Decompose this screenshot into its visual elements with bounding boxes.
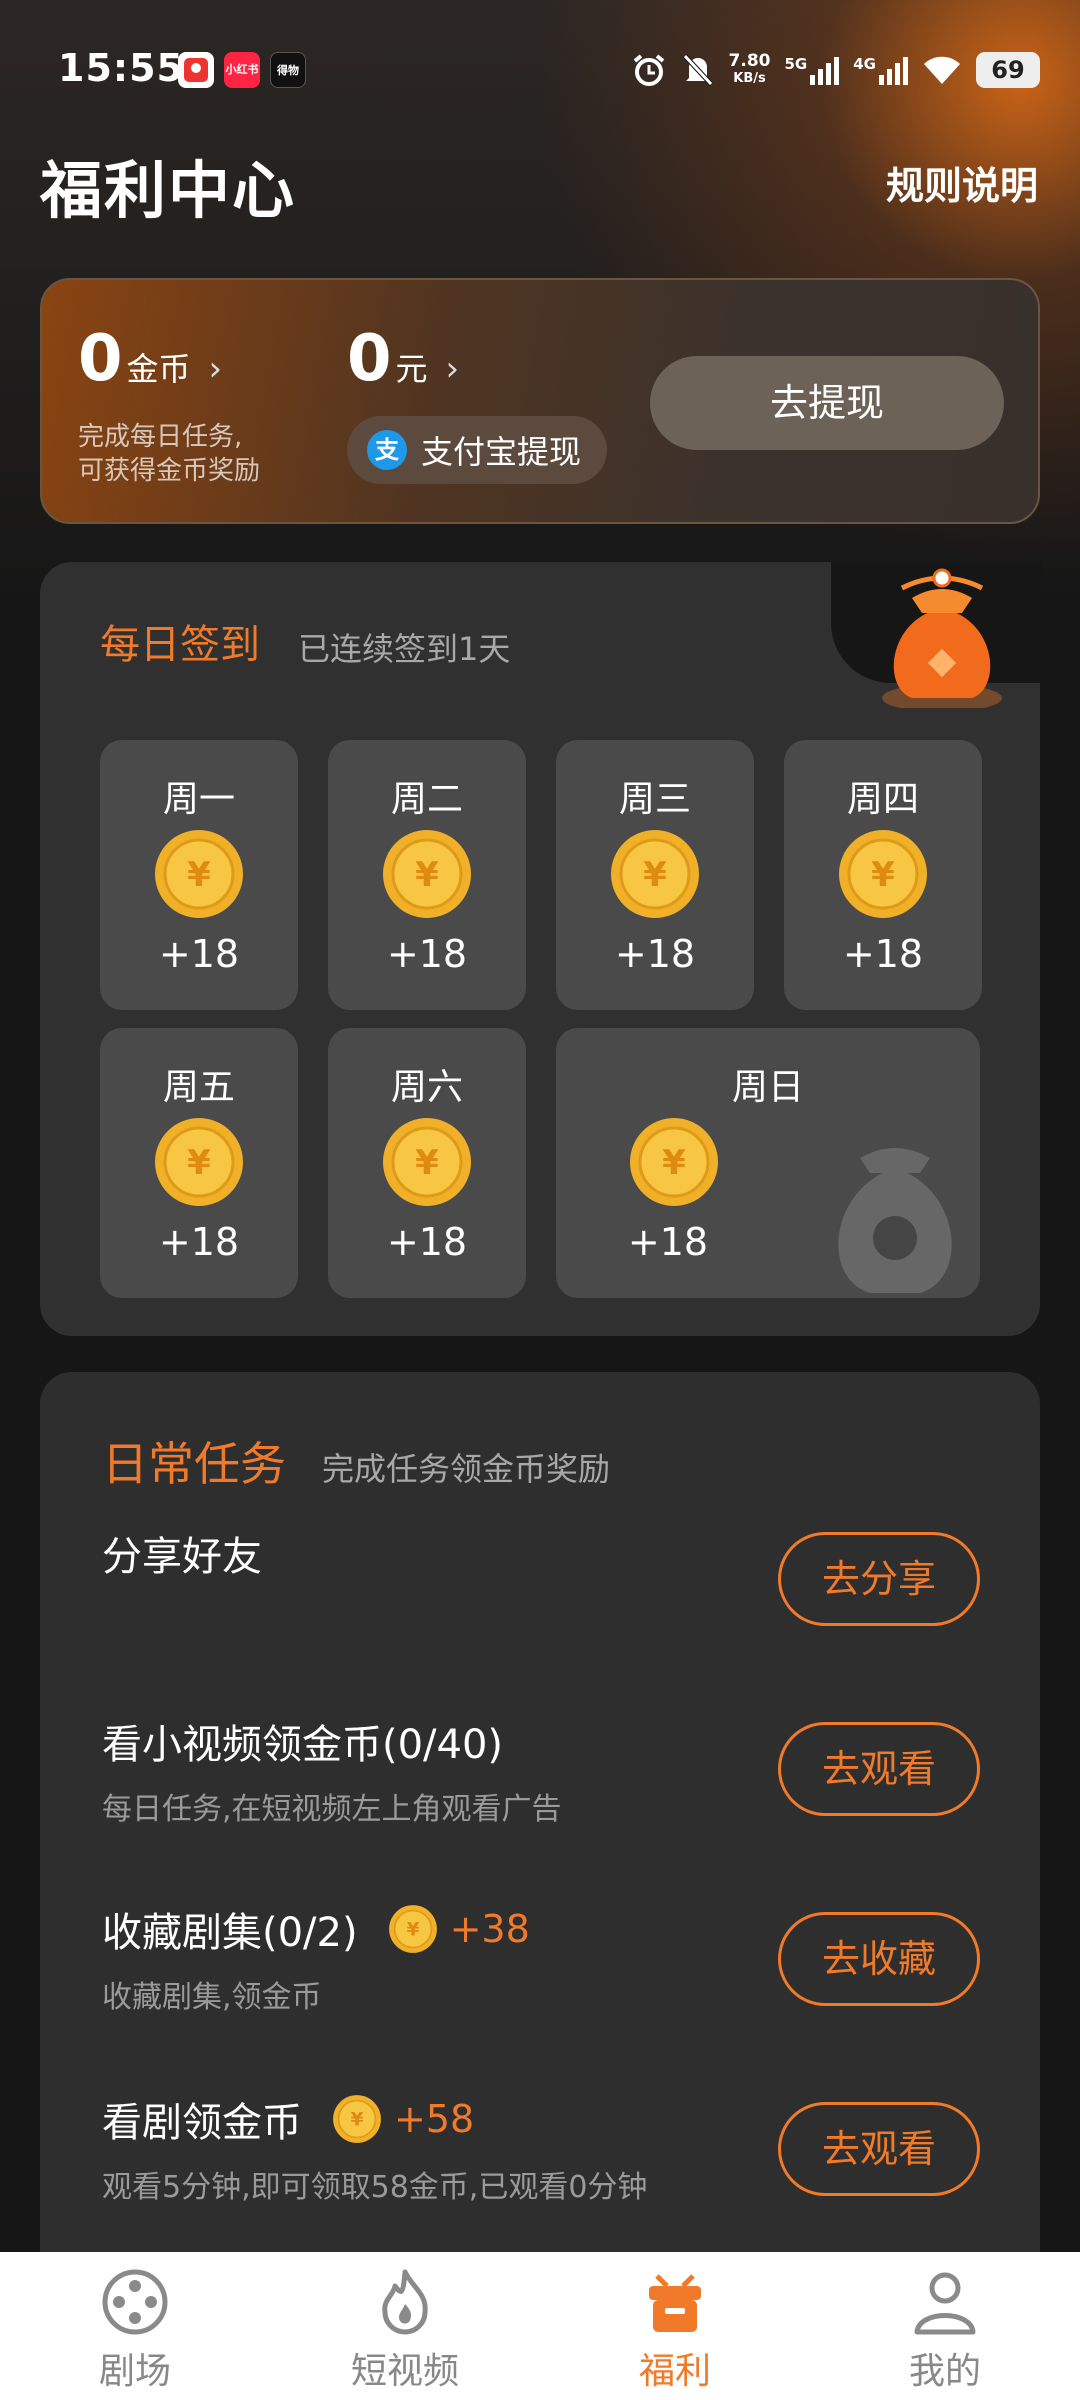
network-speed: 7.80 KB/s xyxy=(728,51,771,86)
day-label: 周一 xyxy=(162,779,235,820)
wifi-icon xyxy=(924,56,960,84)
day-label: 周二 xyxy=(390,779,463,820)
lucky-bag-watermark-icon xyxy=(838,1148,952,1293)
flame-icon xyxy=(382,2269,428,2335)
checkin-day[interactable]: 周五 ¥ +18 xyxy=(100,1028,298,1298)
withdraw-button[interactable]: 去提现 xyxy=(650,356,1004,450)
dewu-icon: 得物 xyxy=(270,52,306,88)
lucky-bag-icon xyxy=(882,568,1002,708)
checkin-day[interactable]: 周一 ¥ +18 xyxy=(100,740,298,1010)
coin-balance[interactable]: 0 金币 › xyxy=(78,322,222,396)
collect-series-button[interactable]: 去收藏 xyxy=(778,1912,980,2006)
gold-coin-icon: ¥ xyxy=(383,1118,471,1206)
nav-label: 剧场 xyxy=(98,2351,171,2392)
gold-coin-icon: ¥ xyxy=(155,830,243,918)
page-title: 福利中心 xyxy=(40,154,297,227)
cash-balance[interactable]: 0 元 › xyxy=(347,322,459,396)
svg-text:¥: ¥ xyxy=(415,855,439,895)
day-reward: +18 xyxy=(386,932,468,976)
svg-text:¥: ¥ xyxy=(351,2110,364,2131)
tasks-title: 日常任务 xyxy=(102,1437,286,1491)
battery-indicator: 69 xyxy=(976,52,1040,88)
status-bar: 15:55 小红书 得物 7.80 KB/s 5G 4G 69 xyxy=(0,0,1080,140)
svg-text:¥: ¥ xyxy=(415,1143,439,1183)
tasks-subtitle: 完成任务领金币奖励 xyxy=(322,1450,611,1488)
svg-text:¥: ¥ xyxy=(643,855,667,895)
checkin-day[interactable]: 周二 ¥ +18 xyxy=(328,740,526,1010)
chevron-right-icon: › xyxy=(445,349,460,389)
share-button[interactable]: 去分享 xyxy=(778,1532,980,1626)
nav-label: 短视频 xyxy=(350,2351,459,2392)
alipay-withdraw-button[interactable]: 支 支付宝提现 xyxy=(347,416,608,484)
mute-bell-icon xyxy=(682,54,713,86)
gold-coin-icon: ¥ xyxy=(333,2095,381,2143)
nav-item-theater[interactable]: 剧场 xyxy=(0,2252,270,2400)
task-bonus: +38 xyxy=(449,1907,530,1951)
coin-unit: 金币 xyxy=(126,350,191,388)
svg-text:¥: ¥ xyxy=(662,1143,686,1183)
wallet-card: 0 金币 › 0 元 › 完成每日任务, 可获得金币奖励 支 支付宝提现 去提现 xyxy=(40,278,1040,524)
checkin-day[interactable]: 周三 ¥ +18 xyxy=(556,740,754,1010)
nav-item-profile[interactable]: 我的 xyxy=(810,2252,1080,2400)
status-icons: 7.80 KB/s 5G 4G 69 xyxy=(631,50,1040,90)
alipay-icon: 支 xyxy=(367,430,407,470)
clock: 15:55 xyxy=(58,46,184,90)
day-reward: +18 xyxy=(842,932,924,976)
watch-drama-button[interactable]: 去观看 xyxy=(778,2102,980,2196)
gold-coin-icon: ¥ xyxy=(630,1118,718,1206)
xiaohongshu-icon: 小红书 xyxy=(224,52,260,88)
task-bonus: +58 xyxy=(394,2097,475,2141)
checkin-day[interactable]: 周六 ¥ +18 xyxy=(328,1028,526,1298)
alarm-icon xyxy=(633,54,664,86)
checkin-day[interactable]: 周四 ¥ +18 xyxy=(784,740,982,1010)
day-reward: +18 xyxy=(158,932,240,976)
svg-text:¥: ¥ xyxy=(187,1143,211,1183)
day-reward: +18 xyxy=(158,1220,240,1264)
gold-coin-icon: ¥ xyxy=(839,830,927,918)
day-label: 周五 xyxy=(162,1067,235,1108)
app-notification-icon xyxy=(178,52,214,88)
coin-count: 0 xyxy=(78,322,123,396)
svg-text:¥: ¥ xyxy=(187,855,211,895)
day-reward: +18 xyxy=(614,932,696,976)
gold-coin-icon: ¥ xyxy=(383,830,471,918)
day-reward: +18 xyxy=(386,1220,468,1264)
nav-item-welfare[interactable]: 福利 xyxy=(540,2252,810,2400)
day-label: 周三 xyxy=(618,779,691,820)
watch-video-button[interactable]: 去观看 xyxy=(778,1722,980,1816)
gift-bag-icon xyxy=(649,2274,701,2332)
nav-label: 福利 xyxy=(638,2351,711,2392)
checkin-day[interactable]: 周日 ¥ +18 xyxy=(556,1028,980,1298)
cash-amount: 0 xyxy=(347,322,392,396)
checkin-title: 每日签到 xyxy=(100,622,260,668)
rules-link[interactable]: 规则说明 xyxy=(886,155,1038,210)
gold-coin-icon: ¥ xyxy=(611,830,699,918)
nav-item-short-video[interactable]: 短视频 xyxy=(270,2252,540,2400)
signal-4g-icon: 4G xyxy=(853,55,908,85)
svg-text:¥: ¥ xyxy=(871,855,895,895)
person-icon xyxy=(914,2272,976,2335)
day-reward: +18 xyxy=(627,1220,709,1264)
gold-coin-icon: ¥ xyxy=(388,1905,437,1953)
bottom-nav: 剧场 短视频 福利 我的 xyxy=(0,2252,1080,2400)
film-reel-icon xyxy=(102,2269,168,2335)
daily-tasks-card: 日常任务 完成任务领金币奖励 分享好友 去分享 看小视频领金币(0/40) 每日… xyxy=(40,1372,1040,2372)
checkin-streak: 已连续签到1天 xyxy=(298,630,511,668)
alipay-label: 支付宝提现 xyxy=(421,433,582,471)
cash-unit: 元 xyxy=(395,350,428,388)
chevron-right-icon: › xyxy=(208,349,223,389)
day-label: 周六 xyxy=(390,1067,463,1108)
day-label: 周四 xyxy=(846,779,919,820)
gold-coin-icon: ¥ xyxy=(155,1118,243,1206)
signal-5g-icon: 5G xyxy=(785,55,840,85)
nav-label: 我的 xyxy=(908,2351,981,2392)
svg-text:¥: ¥ xyxy=(406,1920,419,1941)
wallet-description: 完成每日任务, 可获得金币奖励 xyxy=(78,422,261,486)
